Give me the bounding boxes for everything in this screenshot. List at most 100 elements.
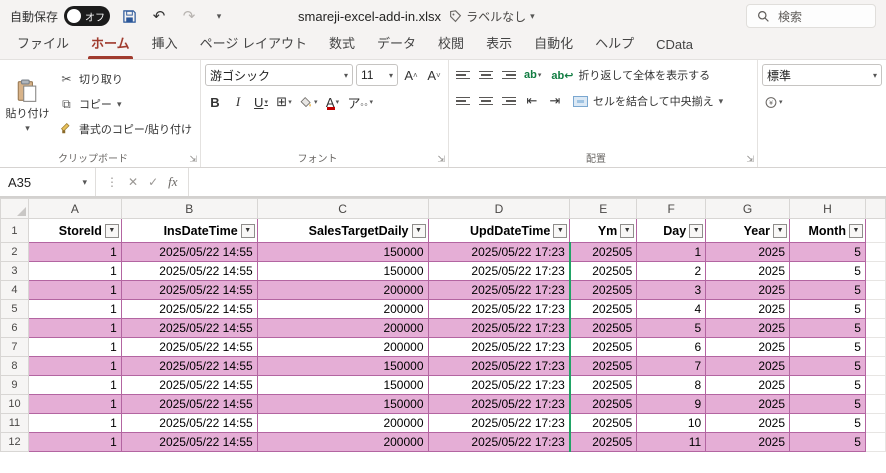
cell-B12[interactable]: 2025/05/22 14:55: [121, 433, 257, 452]
sensitivity-label-button[interactable]: ラベルなし ▾: [449, 8, 535, 25]
borders-button[interactable]: ⊞▾: [274, 91, 294, 113]
cell-H10[interactable]: 5: [790, 395, 866, 414]
cell-G10[interactable]: 2025: [706, 395, 790, 414]
cell-D3[interactable]: 2025/05/22 17:23: [428, 262, 570, 281]
cell-F9[interactable]: 8: [637, 376, 706, 395]
cell-E7[interactable]: 202505: [570, 338, 637, 357]
decrease-indent-button[interactable]: ⇤: [522, 90, 542, 112]
save-button[interactable]: [118, 5, 140, 27]
align-center-button[interactable]: [476, 90, 496, 112]
row-number-2[interactable]: 2: [1, 243, 29, 262]
underline-button[interactable]: U▾: [251, 91, 271, 113]
filter-dropdown-button[interactable]: ▼: [105, 224, 119, 238]
cell-D9[interactable]: 2025/05/22 17:23: [428, 376, 570, 395]
empty-cell[interactable]: [865, 433, 885, 452]
cell-B6[interactable]: 2025/05/22 14:55: [121, 319, 257, 338]
empty-cell[interactable]: [865, 338, 885, 357]
cell-H8[interactable]: 5: [790, 357, 866, 376]
cell-C10[interactable]: 150000: [257, 395, 428, 414]
formula-input[interactable]: [189, 168, 886, 196]
column-header-C[interactable]: C: [257, 199, 428, 219]
cell-E10[interactable]: 202505: [570, 395, 637, 414]
clipboard-group-expander[interactable]: ⇲: [189, 154, 197, 165]
cell-C2[interactable]: 150000: [257, 243, 428, 262]
increase-font-button[interactable]: A˄: [401, 64, 421, 86]
cell-E6[interactable]: 202505: [570, 319, 637, 338]
cell-B4[interactable]: 2025/05/22 14:55: [121, 281, 257, 300]
cell-A5[interactable]: 1: [28, 300, 121, 319]
row-number-10[interactable]: 10: [1, 395, 29, 414]
cell-E9[interactable]: 202505: [570, 376, 637, 395]
cell-C6[interactable]: 200000: [257, 319, 428, 338]
empty-cell[interactable]: [865, 357, 885, 376]
cell-D10[interactable]: 2025/05/22 17:23: [428, 395, 570, 414]
tab-help[interactable]: ヘルプ: [584, 29, 645, 59]
column-header-H[interactable]: H: [790, 199, 866, 219]
insert-function-button[interactable]: fx: [168, 174, 177, 190]
cell-E4[interactable]: 202505: [570, 281, 637, 300]
confirm-entry-icon[interactable]: ✓: [148, 175, 158, 189]
cell-B2[interactable]: 2025/05/22 14:55: [121, 243, 257, 262]
font-color-button[interactable]: A▾: [323, 91, 343, 113]
cell-F6[interactable]: 5: [637, 319, 706, 338]
cell-D2[interactable]: 2025/05/22 17:23: [428, 243, 570, 262]
cell-A4[interactable]: 1: [28, 281, 121, 300]
cell-G6[interactable]: 2025: [706, 319, 790, 338]
cell-G12[interactable]: 2025: [706, 433, 790, 452]
autosave-toggle[interactable]: オフ: [64, 6, 110, 26]
cell-D8[interactable]: 2025/05/22 17:23: [428, 357, 570, 376]
cell-G4[interactable]: 2025: [706, 281, 790, 300]
cell-B11[interactable]: 2025/05/22 14:55: [121, 414, 257, 433]
cell-C12[interactable]: 200000: [257, 433, 428, 452]
filter-dropdown-button[interactable]: ▼: [241, 224, 255, 238]
cell-A9[interactable]: 1: [28, 376, 121, 395]
cut-button[interactable]: ✂ 切り取り: [55, 68, 196, 90]
tab-automate[interactable]: 自動化: [523, 29, 584, 59]
autosave-control[interactable]: 自動保存 オフ: [10, 6, 110, 26]
font-group-expander[interactable]: ⇲: [437, 154, 445, 165]
cell-E2[interactable]: 202505: [570, 243, 637, 262]
font-size-combo[interactable]: 11 ▾: [356, 64, 398, 86]
row-number-5[interactable]: 5: [1, 300, 29, 319]
wrap-text-button[interactable]: ab↩ 折り返して全体を表示する: [546, 64, 715, 86]
name-box[interactable]: A35 ▾: [0, 168, 96, 196]
tab-insert[interactable]: 挿入: [141, 29, 189, 59]
tab-data[interactable]: データ: [366, 29, 427, 59]
table-header-cell-SalesTargetDaily[interactable]: SalesTargetDaily▼: [257, 219, 428, 243]
cell-D5[interactable]: 2025/05/22 17:23: [428, 300, 570, 319]
filter-dropdown-button[interactable]: ▼: [849, 224, 863, 238]
merge-center-button[interactable]: セルを結合して中央揃え ▾: [568, 90, 728, 112]
cell-G5[interactable]: 2025: [706, 300, 790, 319]
fill-color-button[interactable]: ▾: [297, 91, 320, 113]
cell-F4[interactable]: 3: [637, 281, 706, 300]
cancel-entry-icon[interactable]: ✕: [128, 175, 138, 189]
empty-cell[interactable]: [865, 219, 885, 243]
cell-A12[interactable]: 1: [28, 433, 121, 452]
select-all-corner[interactable]: [1, 199, 29, 219]
cell-F8[interactable]: 7: [637, 357, 706, 376]
cell-H12[interactable]: 5: [790, 433, 866, 452]
cell-B8[interactable]: 2025/05/22 14:55: [121, 357, 257, 376]
filter-dropdown-button[interactable]: ▼: [773, 224, 787, 238]
cell-H9[interactable]: 5: [790, 376, 866, 395]
align-left-button[interactable]: [453, 90, 473, 112]
phonetic-guide-button[interactable]: ア｡｡▾: [346, 91, 376, 113]
cell-E11[interactable]: 202505: [570, 414, 637, 433]
cell-C9[interactable]: 150000: [257, 376, 428, 395]
cell-C11[interactable]: 200000: [257, 414, 428, 433]
tab-cdata[interactable]: CData: [645, 33, 704, 59]
cell-E3[interactable]: 202505: [570, 262, 637, 281]
row-number-12[interactable]: 12: [1, 433, 29, 452]
empty-cell[interactable]: [865, 395, 885, 414]
column-header-G[interactable]: G: [706, 199, 790, 219]
cell-E8[interactable]: 202505: [570, 357, 637, 376]
align-right-button[interactable]: [499, 90, 519, 112]
cell-B5[interactable]: 2025/05/22 14:55: [121, 300, 257, 319]
column-header-B[interactable]: B: [121, 199, 257, 219]
table-header-cell-StoreId[interactable]: StoreId▼: [28, 219, 121, 243]
cell-B10[interactable]: 2025/05/22 14:55: [121, 395, 257, 414]
copy-button[interactable]: ⧉ コピー ▾: [55, 93, 196, 115]
tab-page-layout[interactable]: ページ レイアウト: [189, 29, 318, 59]
filter-dropdown-button[interactable]: ▼: [553, 224, 567, 238]
cell-H11[interactable]: 5: [790, 414, 866, 433]
